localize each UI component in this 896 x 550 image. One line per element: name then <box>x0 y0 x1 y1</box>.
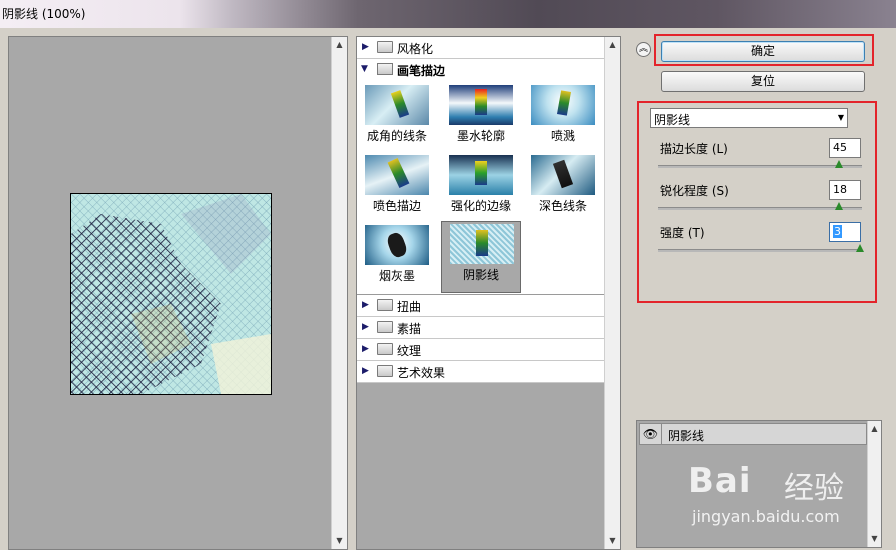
thumb-label: 阴影线 <box>462 268 499 282</box>
filter-settings-panel <box>644 103 880 301</box>
preview-pane[interactable]: ▲ ▼ <box>8 36 348 550</box>
stroke-length-slider-thumb[interactable] <box>835 160 843 168</box>
preview-scrollbar[interactable]: ▲ ▼ <box>331 37 347 549</box>
thumb-label: 深色线条 <box>538 199 587 213</box>
expand-triangle-icon: ▶ <box>362 322 369 332</box>
category-brush-strokes-header[interactable]: ▼ 画笔描边 <box>357 59 605 81</box>
folder-icon <box>377 365 393 377</box>
filter-select[interactable]: 阴影线 ▼ <box>650 108 848 128</box>
thumbnail-image <box>531 85 595 125</box>
crosshatch-preview <box>71 194 271 394</box>
stroke-length-label: 描边长度 (L) <box>660 142 728 156</box>
ok-button[interactable]: 确定 <box>661 41 865 62</box>
thumb-label: 墨水轮廓 <box>456 129 505 143</box>
strength-label: 强度 (T) <box>660 226 705 240</box>
thumb-label: 喷溅 <box>550 129 575 143</box>
double-chevron-up-icon[interactable]: ︽ <box>636 42 651 57</box>
sharpness-label: 锐化程度 (S) <box>660 184 729 198</box>
sharpness-slider-thumb[interactable] <box>835 202 843 210</box>
category-brush-strokes: ▼ 画笔描边 成角的线条 墨水轮廓 喷溅 喷色描边 强化的边缘 深色线条 烟灰墨… <box>357 59 605 295</box>
collapse-triangle-icon: ▼ <box>361 64 368 74</box>
category-label: 素描 <box>397 322 422 336</box>
filter-thumb-ink-outlines[interactable]: 墨水轮廓 <box>445 83 517 153</box>
filter-gallery: ▶ 风格化 ▼ 画笔描边 成角的线条 墨水轮廓 喷溅 喷色描边 强化的边缘 深色… <box>356 36 621 550</box>
folder-icon <box>377 63 393 75</box>
strength-slider-thumb[interactable] <box>856 244 864 252</box>
thumb-label: 烟灰墨 <box>378 269 415 283</box>
folder-icon <box>377 41 393 53</box>
thumbnail-image <box>365 225 429 265</box>
category-distort[interactable]: ▶ 扭曲 <box>357 295 605 317</box>
effect-layer-row[interactable]: 👁 阴影线 <box>639 423 867 445</box>
thumb-label: 强化的边缘 <box>450 199 511 213</box>
eye-icon[interactable]: 👁 <box>640 424 662 444</box>
sharpness-input[interactable]: 18 <box>829 180 861 200</box>
thumbnail-image <box>449 85 513 125</box>
category-label: 扭曲 <box>397 300 422 314</box>
reset-button[interactable]: 复位 <box>661 71 865 92</box>
filter-thumb-dark-strokes[interactable]: 深色线条 <box>527 153 599 223</box>
category-label: 纹理 <box>397 344 422 358</box>
expand-triangle-icon: ▶ <box>362 42 369 52</box>
expand-triangle-icon: ▶ <box>362 344 369 354</box>
category-label: 风格化 <box>397 42 434 56</box>
filter-thumb-sumi-e[interactable]: 烟灰墨 <box>361 223 433 293</box>
chevron-down-icon: ▼ <box>837 113 844 122</box>
thumbnail-image <box>450 224 514 264</box>
expand-triangle-icon: ▶ <box>362 366 369 376</box>
scroll-down-arrow-icon[interactable]: ▼ <box>332 534 347 548</box>
stroke-length-input[interactable]: 45 <box>829 138 861 158</box>
scroll-up-arrow-icon[interactable]: ▲ <box>868 422 881 436</box>
layers-scrollbar[interactable]: ▲ ▼ <box>867 421 881 547</box>
strength-value: 3 <box>833 225 842 238</box>
filter-thumb-spatter[interactable]: 喷溅 <box>527 83 599 153</box>
scroll-up-arrow-icon[interactable]: ▲ <box>605 38 620 52</box>
filter-thumb-crosshatch[interactable]: 阴影线 <box>441 221 521 293</box>
category-artistic[interactable]: ▶ 艺术效果 <box>357 361 605 383</box>
category-texture[interactable]: ▶ 纹理 <box>357 339 605 361</box>
strength-input[interactable]: 3 <box>829 222 861 242</box>
thumbnail-image <box>365 85 429 125</box>
scroll-up-arrow-icon[interactable]: ▲ <box>332 38 347 52</box>
expand-triangle-icon: ▶ <box>362 300 369 310</box>
folder-icon <box>377 343 393 355</box>
gallery-scrollbar[interactable]: ▲ ▼ <box>604 37 620 549</box>
strength-slider[interactable] <box>658 249 862 252</box>
stroke-length-slider[interactable] <box>658 165 862 168</box>
filter-select-value: 阴影线 <box>654 113 691 127</box>
thumbnail-image <box>449 155 513 195</box>
category-label: 画笔描边 <box>397 64 446 78</box>
filter-thumb-accented-edges[interactable]: 强化的边缘 <box>445 153 517 223</box>
effect-layers-panel: 👁 阴影线 ▲ ▼ <box>636 420 882 548</box>
folder-icon <box>377 299 393 311</box>
scroll-down-arrow-icon[interactable]: ▼ <box>868 532 881 546</box>
title-bar: 阴影线 (100%) <box>0 0 896 28</box>
preview-image <box>70 193 272 395</box>
thumb-label: 喷色描边 <box>372 199 421 213</box>
filter-thumb-angled-strokes[interactable]: 成角的线条 <box>361 83 433 153</box>
thumbnail-image <box>365 155 429 195</box>
thumbnail-image <box>531 155 595 195</box>
thumb-label: 成角的线条 <box>366 129 427 143</box>
folder-icon <box>377 321 393 333</box>
sharpness-slider[interactable] <box>658 207 862 210</box>
window-title: 阴影线 (100%) <box>2 7 86 21</box>
filter-thumb-sprayed-strokes[interactable]: 喷色描边 <box>361 153 433 223</box>
category-label: 艺术效果 <box>397 366 446 380</box>
category-sketch[interactable]: ▶ 素描 <box>357 317 605 339</box>
layer-name: 阴影线 <box>668 429 705 443</box>
category-stylize[interactable]: ▶ 风格化 <box>357 37 605 59</box>
scroll-down-arrow-icon[interactable]: ▼ <box>605 534 620 548</box>
